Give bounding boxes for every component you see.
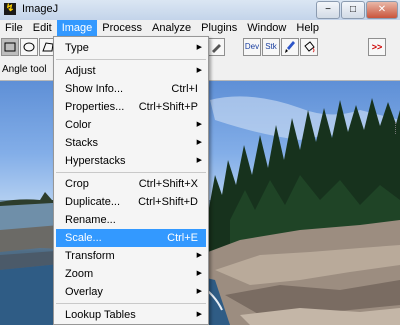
menu-window[interactable]: Window — [242, 20, 291, 36]
menu-item-show-info[interactable]: Show Info... Ctrl+I — [56, 80, 206, 98]
menu-item-label: Scale... — [65, 232, 102, 244]
menu-item-shortcut: Ctrl+Shift+X — [138, 178, 198, 190]
menu-item-lookup-tables[interactable]: Lookup Tables ▶ — [56, 306, 206, 324]
menu-separator — [56, 172, 206, 173]
menu-file[interactable]: File — [0, 20, 28, 36]
menu-item-label: Color — [65, 119, 92, 131]
menu-item-label: Properties... — [65, 101, 125, 113]
submenu-arrow-icon: ▶ — [196, 44, 202, 51]
title-bar: ↯ ImageJ − □ ✕ — [0, 0, 400, 21]
submenu-arrow-icon: ▶ — [196, 252, 202, 259]
menu-item-label: Rename... — [65, 214, 116, 226]
submenu-arrow-icon: ▶ — [196, 157, 202, 164]
brush-tool-icon[interactable] — [281, 38, 299, 56]
minimize-button[interactable]: − — [316, 1, 340, 19]
rectangle-tool-icon[interactable] — [1, 38, 19, 56]
submenu-arrow-icon: ▶ — [196, 311, 202, 318]
resize-grip-icon — [395, 122, 399, 134]
imagej-logo-icon: ↯ — [4, 3, 16, 15]
menu-bar: File Edit Image Process Analyze Plugins … — [0, 20, 400, 36]
menu-item-label: Transform — [65, 250, 115, 262]
menu-separator — [56, 59, 206, 60]
menu-help[interactable]: Help — [291, 20, 324, 36]
oval-tool-icon[interactable] — [20, 38, 38, 56]
menu-separator — [56, 303, 206, 304]
menu-item-crop[interactable]: Crop Ctrl+Shift+X — [56, 175, 206, 193]
close-button[interactable]: ✕ — [366, 1, 398, 19]
menu-item-shortcut: Ctrl+Shift+P — [138, 101, 198, 113]
menu-item-transform[interactable]: Transform ▶ — [56, 247, 206, 265]
window-title: ImageJ — [22, 3, 59, 15]
menu-item-rename[interactable]: Rename... — [56, 211, 206, 229]
menu-item-shortcut: Ctrl+Shift+D — [138, 196, 198, 208]
dev-tool-button[interactable]: Dev — [243, 38, 261, 56]
menu-edit[interactable]: Edit — [28, 20, 57, 36]
menu-item-label: Crop — [65, 178, 89, 190]
menu-item-zoom[interactable]: Zoom ▶ — [56, 265, 206, 283]
color-picker-tool-icon[interactable] — [207, 38, 225, 56]
menu-item-label: Stacks — [65, 137, 99, 149]
menu-item-label: Type — [65, 42, 89, 54]
menu-analyze[interactable]: Analyze — [147, 20, 196, 36]
flood-fill-tool-icon[interactable] — [300, 38, 318, 56]
menu-image[interactable]: Image — [56, 20, 98, 36]
menu-item-label: Hyperstacks — [65, 155, 126, 167]
menu-item-overlay[interactable]: Overlay ▶ — [56, 283, 206, 301]
menu-item-hyperstacks[interactable]: Hyperstacks ▶ — [56, 152, 206, 170]
menu-item-scale[interactable]: Scale... Ctrl+E — [56, 229, 206, 247]
maximize-button[interactable]: □ — [341, 1, 365, 19]
menu-plugins[interactable]: Plugins — [196, 20, 242, 36]
menu-item-label: Show Info... — [65, 83, 124, 95]
menu-item-label: Lookup Tables — [65, 309, 136, 321]
menu-item-label: Adjust — [65, 65, 96, 77]
menu-item-adjust[interactable]: Adjust ▶ — [56, 62, 206, 80]
menu-item-properties[interactable]: Properties... Ctrl+Shift+P — [56, 98, 206, 116]
menu-item-type[interactable]: Type ▶ — [56, 39, 206, 57]
submenu-arrow-icon: ▶ — [196, 270, 202, 277]
menu-item-label: Duplicate... — [65, 196, 121, 208]
submenu-arrow-icon: ▶ — [196, 121, 202, 128]
status-text: Angle tool — [2, 64, 47, 75]
more-tools-button[interactable]: >> — [368, 38, 386, 56]
menu-item-label: Zoom — [65, 268, 94, 280]
image-menu-dropdown: Type ▶ Adjust ▶ Show Info... Ctrl+I Prop… — [53, 36, 209, 325]
submenu-arrow-icon: ▶ — [196, 288, 202, 295]
submenu-arrow-icon: ▶ — [196, 139, 202, 146]
menu-item-shortcut: Ctrl+I — [171, 83, 198, 95]
menu-item-shortcut: Ctrl+E — [167, 232, 198, 244]
menu-item-color[interactable]: Color ▶ — [56, 116, 206, 134]
menu-item-duplicate[interactable]: Duplicate... Ctrl+Shift+D — [56, 193, 206, 211]
menu-process[interactable]: Process — [97, 20, 147, 36]
submenu-arrow-icon: ▶ — [196, 67, 202, 74]
menu-item-label: Overlay — [65, 286, 103, 298]
stk-tool-button[interactable]: Stk — [262, 38, 280, 56]
menu-item-stacks[interactable]: Stacks ▶ — [56, 134, 206, 152]
